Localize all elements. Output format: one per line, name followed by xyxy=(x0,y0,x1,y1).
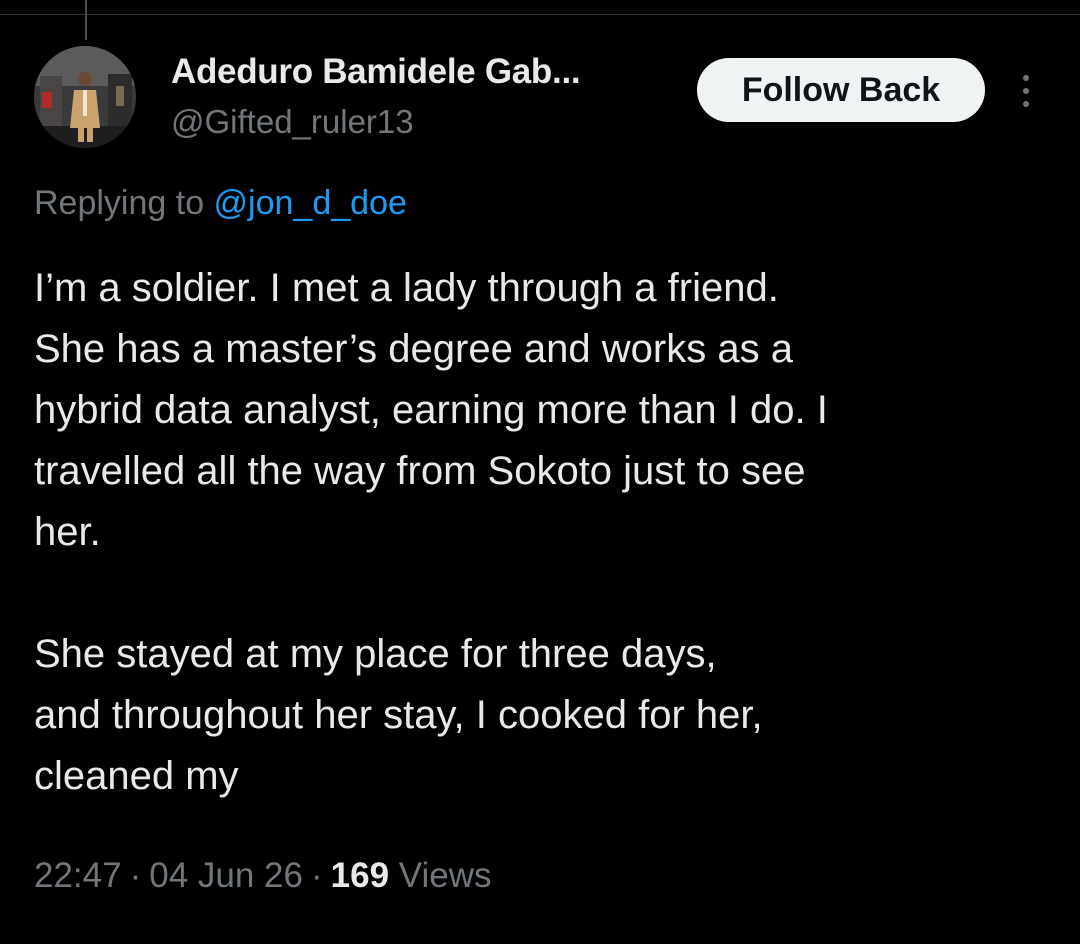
more-dot xyxy=(1023,101,1029,107)
follow-back-button[interactable]: Follow Back xyxy=(697,58,985,122)
tweet-meta: 22:47 · 04 Jun 26 · 169 Views xyxy=(34,856,492,896)
tweet-line: hybrid data analyst, earning more than I… xyxy=(34,388,828,432)
tweet-paragraph: She stayed at my place for three days, a… xyxy=(34,624,1054,807)
tweet-date[interactable]: 04 Jun 26 xyxy=(149,856,303,895)
tweet-text: I’m a soldier. I met a lady through a fr… xyxy=(34,258,1054,807)
profile-photo-icon xyxy=(34,46,136,148)
tweet-line: I’m a soldier. I met a lady through a fr… xyxy=(34,266,779,310)
tweet-line: travelled all the way from Sokoto just t… xyxy=(34,449,806,493)
views-label[interactable]: Views xyxy=(399,856,492,895)
tweet-line: She has a master’s degree and works as a xyxy=(34,327,793,371)
more-dot xyxy=(1023,75,1029,81)
more-dot xyxy=(1023,88,1029,94)
thread-connector-line xyxy=(85,0,87,40)
meta-separator: · xyxy=(311,856,323,895)
author-handle[interactable]: @Gifted_ruler13 xyxy=(171,103,414,141)
views-count[interactable]: 169 xyxy=(331,856,389,895)
top-divider xyxy=(0,14,1080,15)
meta-separator: · xyxy=(129,856,142,895)
reply-mention-link[interactable]: @jon_d_doe xyxy=(214,184,407,222)
avatar[interactable] xyxy=(34,46,136,148)
replying-prefix: Replying to xyxy=(34,184,214,222)
more-options-icon[interactable] xyxy=(1008,66,1044,116)
tweet-line: cleaned my xyxy=(34,754,239,798)
author-display-name[interactable]: Adeduro Bamidele Gab... xyxy=(171,52,581,92)
tweet-line: and throughout her stay, I cooked for he… xyxy=(34,693,763,737)
tweet-time[interactable]: 22:47 xyxy=(34,856,122,895)
tweet-line: her. xyxy=(34,510,101,554)
tweet-paragraph: I’m a soldier. I met a lady through a fr… xyxy=(34,258,1054,563)
tweet-line: She stayed at my place for three days, xyxy=(34,632,717,676)
replying-to: Replying to @jon_d_doe xyxy=(34,184,407,223)
